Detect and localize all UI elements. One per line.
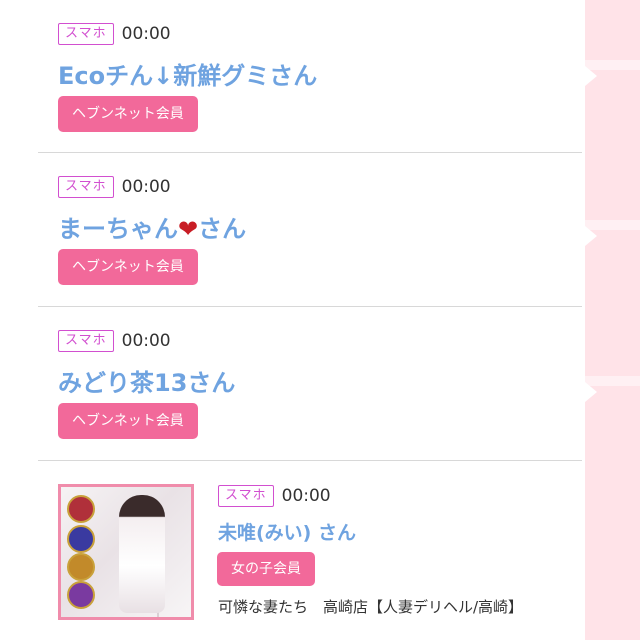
side-decoration-strip (585, 0, 640, 640)
access-time: 00:00 (121, 177, 171, 197)
profile-photo[interactable] (58, 484, 194, 620)
device-badge: スマホ (218, 485, 274, 507)
heart-icon: ❤ (178, 215, 199, 243)
device-badge: スマホ (58, 23, 114, 45)
visitor-name[interactable]: まーちゃん❤さん (58, 209, 246, 244)
member-type-badge: ヘブンネット会員 (58, 249, 198, 285)
visitor-name[interactable]: みどり茶13さん (58, 363, 235, 398)
access-time: 00:00 (121, 331, 171, 351)
shop-name[interactable]: 可憐な妻たち 高崎店【人妻デリヘル/高崎】 (218, 596, 523, 617)
member-type-badge: ヘブンネット会員 (58, 403, 198, 439)
visitor-name-text: まーちゃん (58, 215, 178, 243)
device-badge: スマホ (58, 330, 114, 352)
member-type-badge: ヘブンネット会員 (58, 96, 198, 132)
visitor-name[interactable]: Ecoチん↓新鮮グミさん (58, 56, 317, 91)
list-item[interactable]: スマホ 00:00 Ecoチん↓新鮮グミさん ヘブンネット会員 (38, 0, 582, 153)
device-badge: スマホ (58, 176, 114, 198)
access-time: 00:00 (121, 24, 171, 44)
visitor-name-suffix: さん (198, 215, 247, 243)
access-time: 00:00 (281, 486, 331, 506)
list-item[interactable]: スマホ 00:00 みどり茶13さん ヘブンネット会員 (38, 307, 582, 461)
list-item[interactable]: スマホ 00:00 まーちゃん❤さん ヘブンネット会員 (38, 153, 582, 307)
badge-row: スマホ 00:00 (218, 485, 331, 507)
visitor-name[interactable]: 未唯(みい) さん (218, 518, 356, 545)
member-type-badge: 女の子会員 (217, 552, 315, 586)
